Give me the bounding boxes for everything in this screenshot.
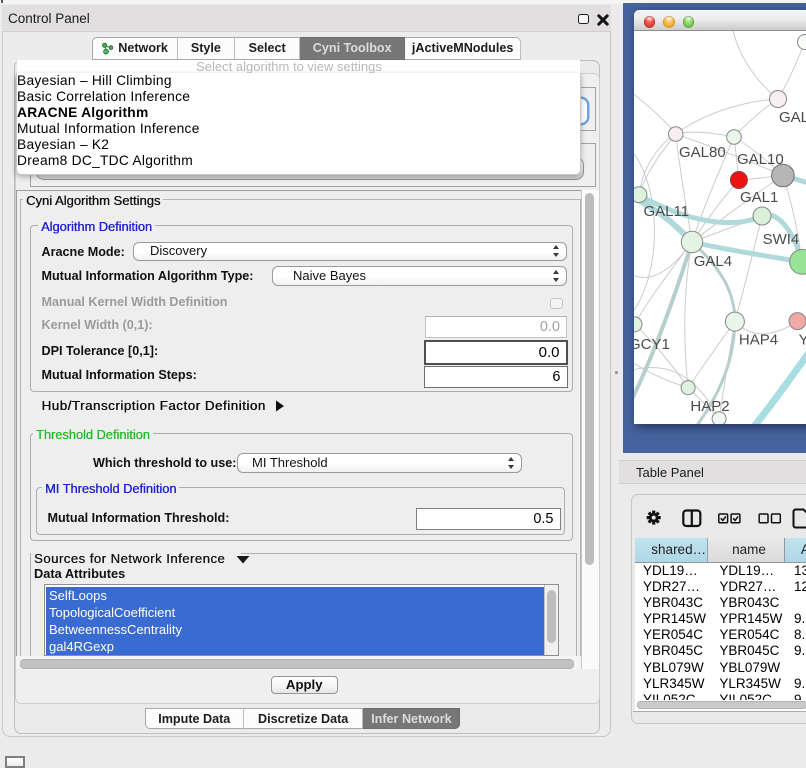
svg-text:HAP2: HAP2 bbox=[690, 398, 729, 415]
svg-text:YJL: YJL bbox=[799, 332, 806, 349]
svg-text:GAL7: GAL7 bbox=[779, 109, 806, 126]
svg-text:SWI4: SWI4 bbox=[763, 231, 800, 248]
svg-text:GAL10: GAL10 bbox=[737, 151, 784, 168]
svg-text:HAP4: HAP4 bbox=[739, 332, 778, 349]
svg-text:GAL4: GAL4 bbox=[694, 253, 732, 270]
svg-text:GCY1: GCY1 bbox=[634, 336, 670, 353]
svg-text:GAL11: GAL11 bbox=[644, 203, 690, 220]
svg-text:GAL80: GAL80 bbox=[679, 144, 726, 161]
svg-text:GAL1: GAL1 bbox=[740, 189, 778, 206]
